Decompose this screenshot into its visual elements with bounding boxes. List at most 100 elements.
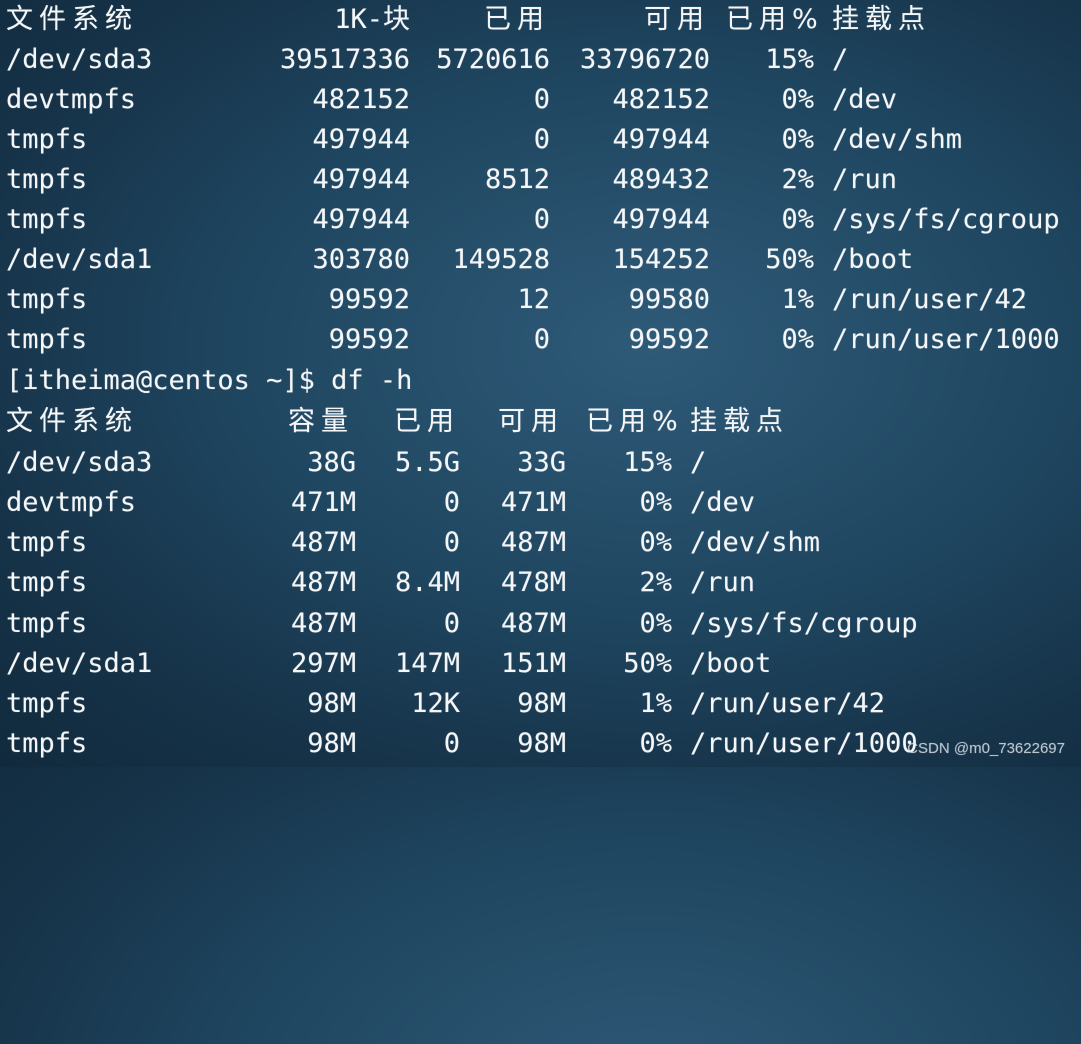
df-row: tmpfs 497944 0 497944 0% /sys/fs/cgroup: [6, 200, 1060, 240]
df-row: /dev/sda1 303780 149528 154252 50% /boot: [6, 240, 913, 280]
size-cell: 98M: [307, 728, 356, 759]
use-percent-cell: 50%: [765, 244, 814, 275]
df-h-row: tmpfs 98M 12K 98M 1% /run/user/42: [6, 684, 885, 724]
mount-cell: /boot: [690, 648, 772, 679]
use-percent-cell: 0%: [639, 527, 672, 558]
available-cell: 497944: [612, 124, 710, 155]
mount-cell: /run/user/42: [690, 688, 886, 719]
use-percent-cell: 0%: [639, 728, 672, 759]
mount-cell: /dev/shm: [690, 527, 821, 558]
filesystem-cell: tmpfs: [6, 608, 88, 639]
size-cell: 471M: [290, 487, 356, 518]
blocks-cell: 497944: [312, 124, 410, 155]
header-used: 已用: [394, 406, 460, 437]
filesystem-cell: /dev/sda1: [6, 244, 153, 275]
used-cell: 12K: [411, 688, 460, 719]
filesystem-cell: tmpfs: [6, 728, 88, 759]
df-h-row: tmpfs 487M 8.4M 478M 2% /run: [6, 563, 755, 603]
use-percent-cell: 50%: [623, 648, 672, 679]
df-row: /dev/sda3 39517336 5720616 33796720 15% …: [6, 40, 848, 80]
mount-cell: /run/user/1000: [690, 728, 918, 759]
header-use-percent: 已用%: [726, 4, 824, 35]
filesystem-cell: tmpfs: [6, 124, 88, 155]
blocks-cell: 99592: [328, 324, 410, 355]
df-header-row: 文件系统 1K-块 已用 可用 已用% 挂载点: [6, 0, 925, 40]
used-cell: 0: [533, 124, 550, 155]
df-row: tmpfs 99592 12 99580 1% /run/user/42: [6, 280, 1027, 320]
header-filesystem: 文件系统: [6, 4, 138, 35]
size-cell: 98M: [307, 688, 356, 719]
mount-cell: /run: [690, 567, 756, 598]
filesystem-cell: /dev/sda1: [6, 648, 153, 679]
df-h-row: /dev/sda1 297M 147M 151M 50% /boot: [6, 644, 771, 684]
df-row: tmpfs 99592 0 99592 0% /run/user/1000: [6, 320, 1060, 360]
filesystem-cell: devtmpfs: [6, 487, 137, 518]
filesystem-cell: tmpfs: [6, 527, 88, 558]
df-h-row: tmpfs 487M 0 487M 0% /dev/shm: [6, 523, 820, 563]
terminal-output[interactable]: 文件系统 1K-块 已用 可用 已用% 挂载点 /dev/sda3 395173…: [0, 0, 1081, 767]
available-cell: 482152: [612, 84, 710, 115]
available-cell: 487M: [500, 608, 566, 639]
blocks-cell: 497944: [312, 204, 410, 235]
used-cell: 149528: [452, 244, 550, 275]
use-percent-cell: 1%: [781, 284, 814, 315]
used-cell: 0: [533, 84, 550, 115]
used-cell: 0: [443, 487, 460, 518]
blocks-cell: 99592: [328, 284, 410, 315]
available-cell: 497944: [612, 204, 710, 235]
filesystem-cell: /dev/sda3: [6, 447, 153, 478]
used-cell: 0: [443, 608, 460, 639]
mount-cell: /dev/shm: [832, 124, 963, 155]
used-cell: 5.5G: [394, 447, 460, 478]
header-available: 可用: [498, 406, 564, 437]
df-row: devtmpfs 482152 0 482152 0% /dev: [6, 80, 897, 120]
available-cell: 33G: [517, 447, 566, 478]
used-cell: 0: [443, 527, 460, 558]
df-h-row: tmpfs 487M 0 487M 0% /sys/fs/cgroup: [6, 604, 918, 644]
filesystem-cell: tmpfs: [6, 204, 88, 235]
available-cell: 154252: [612, 244, 710, 275]
filesystem-cell: /dev/sda3: [6, 44, 153, 75]
used-cell: 5720616: [436, 44, 550, 75]
available-cell: 489432: [612, 164, 710, 195]
shell-prompt-line: [itheima@centos ~]$ df -h: [6, 361, 412, 401]
available-cell: 98M: [517, 688, 566, 719]
mount-cell: /run/user/42: [832, 284, 1028, 315]
header-filesystem: 文件系统: [6, 406, 138, 437]
used-cell: 0: [443, 728, 460, 759]
df-h-row: devtmpfs 471M 0 471M 0% /dev: [6, 483, 755, 523]
size-cell: 487M: [290, 567, 356, 598]
mount-cell: /dev: [832, 84, 898, 115]
df-h-row: tmpfs 98M 0 98M 0% /run/user/1000: [6, 724, 918, 764]
available-cell: 151M: [500, 648, 566, 679]
use-percent-cell: 0%: [781, 124, 814, 155]
df-row: tmpfs 497944 0 497944 0% /dev/shm: [6, 120, 962, 160]
header-use-percent: 已用%: [586, 406, 684, 437]
mount-cell: /run/user/1000: [832, 324, 1060, 355]
used-cell: 0: [533, 324, 550, 355]
use-percent-cell: 0%: [639, 608, 672, 639]
mount-cell: /run: [832, 164, 898, 195]
use-percent-cell: 0%: [781, 324, 814, 355]
header-used: 已用: [484, 4, 550, 35]
available-cell: 478M: [500, 567, 566, 598]
size-cell: 487M: [290, 608, 356, 639]
available-cell: 487M: [500, 527, 566, 558]
df-h-header-row: 文件系统 容量 已用 可用 已用% 挂载点: [6, 402, 783, 442]
used-cell: 12: [517, 284, 550, 315]
header-1k-blocks: 1K-块: [334, 4, 410, 35]
mount-cell: /: [832, 44, 849, 75]
used-cell: 0: [533, 204, 550, 235]
filesystem-cell: tmpfs: [6, 688, 88, 719]
filesystem-cell: tmpfs: [6, 164, 88, 195]
used-cell: 8.4M: [394, 567, 460, 598]
filesystem-cell: tmpfs: [6, 567, 88, 598]
header-size: 容量: [288, 406, 354, 437]
df-row: tmpfs 497944 8512 489432 2% /run: [6, 160, 897, 200]
available-cell: 33796720: [579, 44, 710, 75]
mount-cell: /: [690, 447, 707, 478]
use-percent-cell: 15%: [765, 44, 814, 75]
header-available: 可用: [644, 4, 710, 35]
mount-cell: /boot: [832, 244, 914, 275]
blocks-cell: 303780: [312, 244, 410, 275]
